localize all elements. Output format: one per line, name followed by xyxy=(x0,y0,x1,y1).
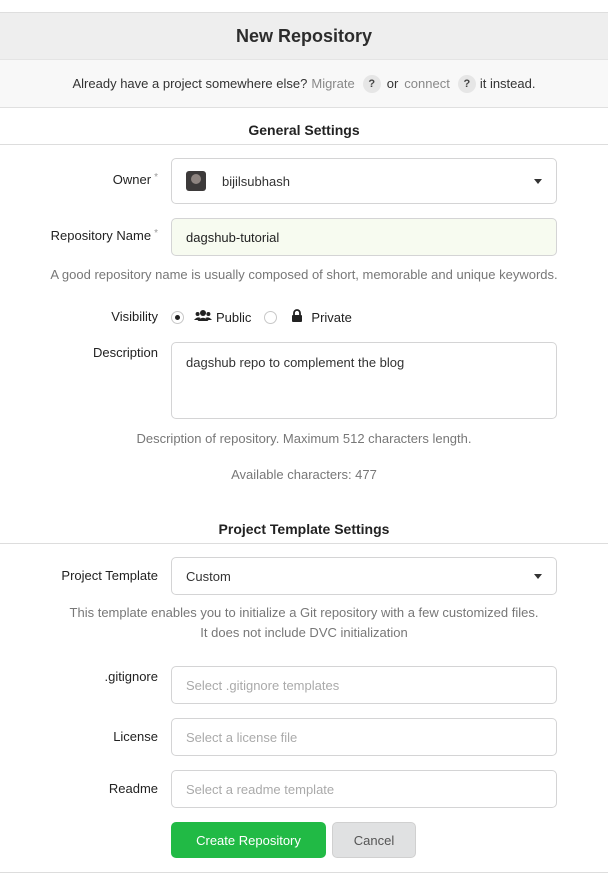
migrate-link[interactable]: Migrate xyxy=(311,76,354,91)
create-repository-button[interactable]: Create Repository xyxy=(171,822,326,858)
template-settings-heading: Project Template Settings xyxy=(218,521,390,537)
lock-icon xyxy=(291,309,303,325)
page-header: New Repository xyxy=(0,12,608,60)
repo-name-label: Repository Name * xyxy=(51,228,158,243)
migrate-or: or xyxy=(386,76,399,91)
connect-help-icon[interactable]: ? xyxy=(457,74,476,93)
private-label[interactable]: Private xyxy=(311,310,351,325)
page-title: New Repository xyxy=(235,25,373,46)
migrate-banner: Already have a project somewhere else? M… xyxy=(0,60,608,108)
description-label: Description xyxy=(92,345,158,360)
gitignore-label: .gitignore xyxy=(104,669,158,684)
owner-dropdown[interactable]: bijilsubhash xyxy=(171,158,557,204)
repo-name-hint: A good repository name is usually compos… xyxy=(50,267,558,282)
caret-down-icon xyxy=(534,574,542,579)
readme-placeholder: Select a readme template xyxy=(186,781,335,797)
public-radio[interactable] xyxy=(171,310,184,324)
migrate-suffix: it instead. xyxy=(479,76,536,91)
project-template-label: Project Template xyxy=(61,568,158,583)
public-label[interactable]: Public xyxy=(216,310,251,325)
private-radio[interactable] xyxy=(264,310,278,324)
footer-divider xyxy=(0,872,608,873)
cancel-button[interactable]: Cancel xyxy=(332,822,416,858)
license-placeholder: Select a license file xyxy=(186,729,298,745)
general-settings-heading: General Settings xyxy=(248,122,360,138)
project-template-dropdown[interactable]: Custom xyxy=(171,557,557,595)
license-select[interactable]: Select a license file xyxy=(171,718,557,756)
caret-down-icon xyxy=(534,179,542,184)
template-hint-line2: It does not include DVC initialization xyxy=(200,625,408,640)
gitignore-select[interactable]: Select .gitignore templates xyxy=(171,666,557,704)
repo-name-input[interactable]: dagshub-tutorial xyxy=(171,218,557,256)
visibility-options: Public Private xyxy=(171,309,352,325)
avatar xyxy=(186,171,206,191)
owner-label-text: Owner xyxy=(112,172,152,187)
visibility-label: Visibility xyxy=(111,309,158,324)
template-hint-line1: This template enables you to initialize … xyxy=(69,605,539,620)
repo-name-value: dagshub-tutorial xyxy=(186,229,280,245)
description-value: dagshub repo to complement the blog xyxy=(186,355,405,370)
users-icon xyxy=(194,309,212,325)
license-label: License xyxy=(113,729,158,744)
readme-select[interactable]: Select a readme template xyxy=(171,770,557,808)
owner-value: bijilsubhash xyxy=(222,173,290,189)
template-divider xyxy=(0,543,608,544)
repo-name-required-mark: * xyxy=(154,228,158,239)
migrate-prefix: Already have a project somewhere else? xyxy=(72,76,308,91)
available-characters: Available characters: 477 xyxy=(231,467,377,482)
repo-name-label-text: Repository Name xyxy=(50,228,152,243)
readme-label: Readme xyxy=(108,781,158,796)
general-divider xyxy=(0,144,608,145)
owner-label: Owner * xyxy=(113,172,158,187)
project-template-value: Custom xyxy=(186,568,231,584)
description-hint: Description of repository. Maximum 512 c… xyxy=(136,431,472,446)
description-textarea[interactable]: dagshub repo to complement the blog xyxy=(171,342,557,419)
gitignore-placeholder: Select .gitignore templates xyxy=(186,677,340,693)
connect-link[interactable]: connect xyxy=(404,76,450,91)
owner-required-mark: * xyxy=(154,172,158,183)
migrate-help-icon[interactable]: ? xyxy=(362,74,381,93)
